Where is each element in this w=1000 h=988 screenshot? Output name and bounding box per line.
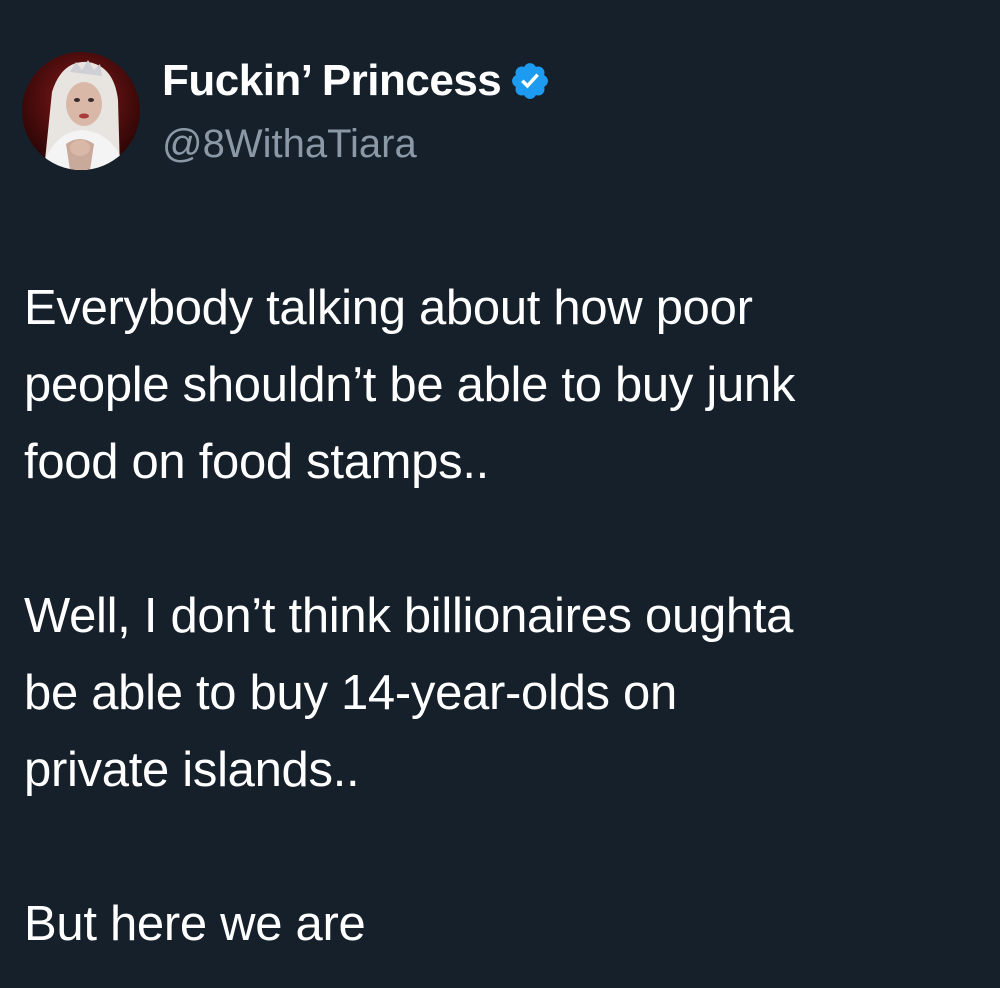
author-info: Fuckin’ Princess @8WithaTiara bbox=[162, 56, 551, 167]
tweet-paragraph: Everybody talking about how poor people … bbox=[24, 281, 796, 489]
user-handle[interactable]: @8WithaTiara bbox=[162, 122, 551, 167]
tweet-paragraph: But here we are bbox=[24, 897, 366, 951]
display-name-row: Fuckin’ Princess bbox=[162, 56, 551, 106]
tweet-header: Fuckin’ Princess @8WithaTiara bbox=[22, 52, 551, 170]
avatar[interactable] bbox=[22, 52, 140, 170]
tweet-card: Fuckin’ Princess @8WithaTiara Everybody … bbox=[0, 0, 1000, 988]
tweet-paragraph: Well, I don’t think billionaires oughta … bbox=[24, 589, 794, 797]
display-name[interactable]: Fuckin’ Princess bbox=[162, 56, 502, 106]
verified-badge-icon bbox=[509, 60, 551, 102]
avatar-image bbox=[22, 52, 140, 170]
tweet-text: Everybody talking about how poor people … bbox=[24, 270, 984, 963]
